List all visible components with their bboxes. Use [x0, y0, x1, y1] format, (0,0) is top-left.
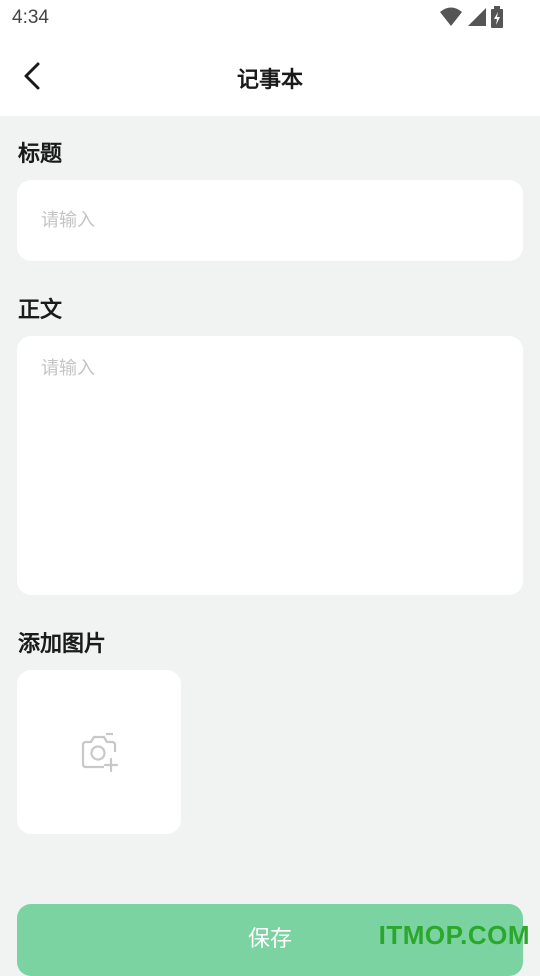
status-time: 4:34: [12, 7, 49, 28]
add-image-label: 添加图片: [18, 632, 107, 657]
camera-add-icon: [81, 732, 119, 772]
battery-charging-icon: [491, 6, 503, 28]
app-bar: 记事本: [0, 36, 540, 116]
signal-icon: [468, 8, 486, 26]
title-input[interactable]: [17, 180, 523, 261]
status-bar: 4:34: [0, 0, 540, 36]
watermark: ITMOP.COM: [378, 920, 530, 950]
body-label: 正文: [18, 298, 63, 323]
wifi-icon: [440, 7, 462, 26]
body-input-container: [17, 336, 523, 595]
status-icons: [440, 6, 504, 28]
add-photo-button[interactable]: [17, 670, 181, 834]
body-textarea[interactable]: [17, 336, 523, 595]
page-title: 记事本: [236, 68, 303, 93]
title-input-container: [17, 180, 523, 261]
title-label: 标题: [18, 142, 63, 167]
